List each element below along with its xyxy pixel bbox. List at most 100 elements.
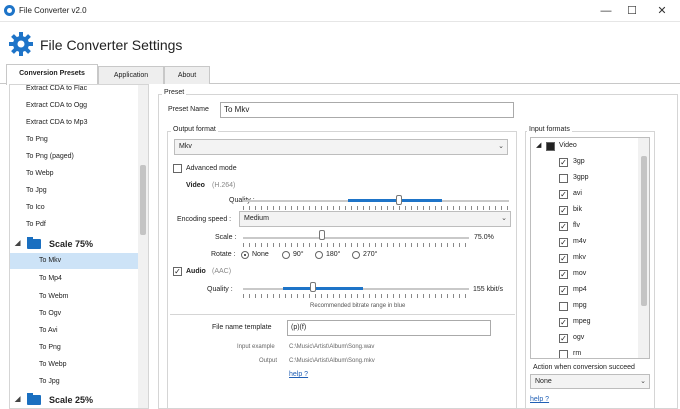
- action-value: None: [535, 378, 552, 385]
- tree-group-scale-75[interactable]: ◢ Scale 75%: [10, 236, 138, 252]
- scale-track[interactable]: [243, 237, 469, 239]
- format-checkbox[interactable]: ✓: [559, 270, 568, 279]
- format-item[interactable]: ✓ bik: [531, 202, 641, 218]
- encoding-speed-value: Medium: [244, 215, 269, 222]
- tree-item[interactable]: To Webp: [10, 166, 138, 182]
- format-checkbox[interactable]: ✓: [559, 318, 568, 327]
- tree-item[interactable]: To Avi: [10, 323, 138, 339]
- format-label: ogv: [573, 334, 585, 341]
- tree-item[interactable]: To Jpg: [10, 183, 138, 199]
- rotate-none-label: None: [252, 251, 269, 258]
- maximize-button[interactable]: ☐: [622, 3, 642, 19]
- preset-tree[interactable]: Extract CDA to Flac Extract CDA to Ogg E…: [9, 84, 149, 409]
- input-formats-list[interactable]: ◢ Video ✓ 3gp 3gpp ✓ avi ✓ bik ✓ flv ✓ m4v ✓ m…: [530, 137, 650, 359]
- format-item[interactable]: ✓ mkv: [531, 250, 641, 266]
- tree-scrollbar[interactable]: [138, 85, 148, 408]
- formats-scrollbar-thumb[interactable]: [641, 156, 647, 306]
- format-checkbox[interactable]: [559, 174, 568, 183]
- format-label: rm: [573, 350, 582, 357]
- tab-about[interactable]: About: [164, 66, 210, 84]
- rotate-270-radio[interactable]: [352, 251, 360, 259]
- format-checkbox[interactable]: ✓: [559, 334, 568, 343]
- action-select[interactable]: None ⌄: [530, 374, 650, 389]
- tree-group-scale-25[interactable]: ◢ Scale 25%: [10, 392, 138, 408]
- audio-codec: (AAC): [212, 268, 232, 275]
- format-checkbox[interactable]: [559, 302, 568, 311]
- tree-item[interactable]: To Jpg: [10, 374, 138, 390]
- tree-item[interactable]: To Mp4: [10, 271, 138, 287]
- format-item[interactable]: ✓ 3gp: [531, 154, 641, 170]
- scale-thumb[interactable]: [319, 230, 325, 240]
- tab-application[interactable]: Application: [98, 66, 164, 84]
- close-button[interactable]: ✕: [652, 3, 672, 19]
- tree-item[interactable]: To Webp: [10, 357, 138, 373]
- format-category[interactable]: ◢ Video: [531, 138, 641, 154]
- category-label: Video: [559, 142, 577, 149]
- format-checkbox[interactable]: [559, 350, 568, 358]
- format-checkbox[interactable]: ✓: [559, 158, 568, 167]
- filename-template-input[interactable]: (p)(f): [287, 320, 491, 336]
- tree-item[interactable]: Extract CDA to Mp3: [10, 115, 138, 131]
- rotate-none-radio[interactable]: [241, 251, 249, 259]
- app-icon: [4, 5, 15, 16]
- format-item[interactable]: ✓ avi: [531, 186, 641, 202]
- audio-quality-label: Quality :: [207, 286, 233, 293]
- video-codec: (H.264): [212, 182, 236, 189]
- format-label: mpg: [573, 302, 587, 309]
- action-help-link[interactable]: help ?: [530, 396, 549, 403]
- tree-item[interactable]: To Webm: [10, 289, 138, 305]
- rotate-180-radio[interactable]: [315, 251, 323, 259]
- format-checkbox[interactable]: ✓: [559, 286, 568, 295]
- video-quality-thumb[interactable]: [396, 195, 402, 205]
- format-item[interactable]: ✓ ogv: [531, 330, 641, 346]
- format-item[interactable]: ✓ flv: [531, 218, 641, 234]
- format-item[interactable]: ✓ mpeg: [531, 314, 641, 330]
- tree-group-label: Scale 75%: [49, 239, 94, 249]
- caret-down-icon[interactable]: ◢: [536, 138, 541, 154]
- format-checkbox[interactable]: ✓: [559, 238, 568, 247]
- tree-item[interactable]: Extract CDA to Flac: [10, 85, 138, 97]
- tree-item[interactable]: To Png (paged): [10, 149, 138, 165]
- tree-item[interactable]: To Pdf: [10, 217, 138, 233]
- tree-item[interactable]: To Png: [10, 340, 138, 356]
- caret-down-icon[interactable]: ◢: [15, 236, 20, 252]
- format-checkbox[interactable]: ✓: [559, 190, 568, 199]
- tree-item[interactable]: To Ico: [10, 200, 138, 216]
- rotate-90-radio[interactable]: [282, 251, 290, 259]
- tree-scrollbar-thumb[interactable]: [140, 165, 146, 235]
- help-link[interactable]: help ?: [289, 371, 308, 378]
- category-checkbox[interactable]: [546, 142, 555, 151]
- tree-item-selected[interactable]: To Mkv: [10, 253, 138, 269]
- audio-quality-recommended-range: [283, 287, 363, 290]
- title-bar: File Converter v2.0 — ☐ ✕: [0, 0, 680, 22]
- scale-label: Scale :: [215, 234, 237, 241]
- output-format-select[interactable]: Mkv ⌄: [174, 139, 508, 155]
- advanced-mode-checkbox[interactable]: [173, 164, 182, 173]
- format-item[interactable]: rm: [531, 346, 641, 358]
- format-label: bik: [573, 206, 582, 213]
- audio-quality-thumb[interactable]: [310, 282, 316, 292]
- tree-item[interactable]: Extract CDA to Ogg: [10, 98, 138, 114]
- rotate-180-label: 180°: [326, 251, 341, 258]
- minimize-button[interactable]: —: [596, 3, 616, 19]
- format-item[interactable]: ✓ m4v: [531, 234, 641, 250]
- folder-icon: [27, 393, 41, 405]
- scale-ticks: [243, 243, 469, 247]
- format-label: flv: [573, 222, 580, 229]
- tree-item[interactable]: To Ogv: [10, 306, 138, 322]
- input-formats-label: Input formats: [527, 126, 572, 133]
- format-item[interactable]: 3gpp: [531, 170, 641, 186]
- format-item[interactable]: ✓ mp4: [531, 282, 641, 298]
- caret-down-icon[interactable]: ◢: [15, 392, 20, 408]
- tree-item[interactable]: To Png: [10, 132, 138, 148]
- preset-name-input[interactable]: To Mkv: [220, 102, 514, 118]
- format-checkbox[interactable]: ✓: [559, 254, 568, 263]
- format-checkbox[interactable]: ✓: [559, 206, 568, 215]
- format-item[interactable]: mpg: [531, 298, 641, 314]
- tab-conversion-presets[interactable]: Conversion Presets: [6, 64, 98, 85]
- audio-checkbox[interactable]: ✓: [173, 267, 182, 276]
- format-checkbox[interactable]: ✓: [559, 222, 568, 231]
- format-item[interactable]: ✓ mov: [531, 266, 641, 282]
- encoding-speed-select[interactable]: Medium ⌄: [239, 211, 511, 227]
- formats-scrollbar[interactable]: [638, 138, 649, 358]
